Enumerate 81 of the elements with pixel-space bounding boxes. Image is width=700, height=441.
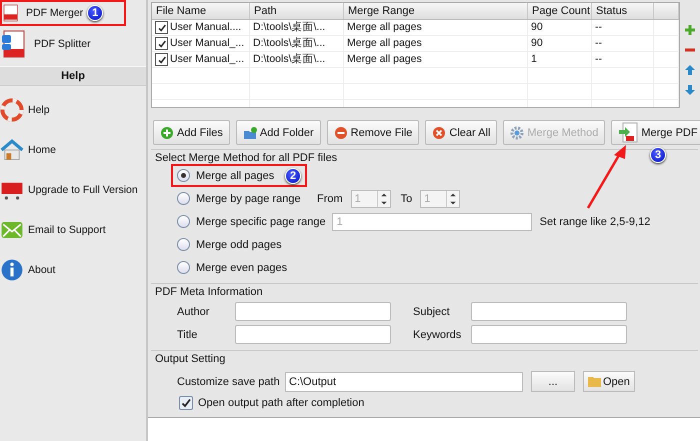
column-header[interactable]: Status: [592, 3, 654, 19]
toolbar-button[interactable]: Add Files: [153, 120, 230, 145]
minus-circle-icon: [334, 126, 348, 140]
checkbox[interactable]: [155, 53, 168, 66]
radio-button[interactable]: [177, 192, 190, 205]
folder-icon: [588, 376, 602, 388]
table-cell: --: [592, 36, 654, 51]
arrow-down-icon[interactable]: [684, 84, 696, 96]
info-icon: [0, 258, 24, 282]
toolbar-button[interactable]: Clear All: [425, 120, 498, 145]
input-field[interactable]: [471, 325, 627, 344]
table-cell: User Manual....: [152, 20, 250, 35]
table-cell: --: [592, 52, 654, 67]
input-field[interactable]: [471, 302, 627, 321]
table-cell: Merge all pages: [344, 36, 528, 51]
radio-button[interactable]: [177, 169, 190, 182]
checkbox[interactable]: [179, 396, 193, 410]
radio-button[interactable]: [177, 238, 190, 251]
input-field[interactable]: [235, 325, 391, 344]
field-label: Subject: [413, 306, 451, 318]
radio-option[interactable]: Merge all pages: [177, 169, 274, 182]
table-cell: 90: [528, 36, 592, 51]
checkbox-label: Open output path after completion: [198, 397, 364, 409]
radio-option[interactable]: Merge specific page range: [177, 215, 326, 228]
table-cell: Merge all pages: [344, 20, 528, 35]
section-heading: Help: [0, 66, 146, 86]
table-cell: --: [592, 20, 654, 35]
group-title: Output Setting: [154, 352, 226, 365]
step-number-badge: 2: [285, 168, 301, 184]
field-label: Title: [177, 328, 198, 340]
column-header[interactable]: Merge Range: [344, 3, 528, 19]
sidebar-item[interactable]: Help: [0, 90, 50, 130]
open-button[interactable]: Open: [583, 371, 635, 392]
table-cell: D:\tools\桌面\...: [250, 52, 344, 67]
table-cell: D:\tools\桌面\...: [250, 20, 344, 35]
field-label: Customize save path: [177, 376, 277, 388]
settings-icon: [510, 126, 524, 140]
column-header[interactable]: Page Count: [528, 3, 592, 19]
table-cell: User Manual_...: [152, 36, 250, 51]
field-label: Author: [177, 306, 210, 318]
merge-pdf-button[interactable]: Merge PDF: [611, 120, 700, 145]
table-cell: D:\tools\桌面\...: [250, 36, 344, 51]
checkbox[interactable]: [155, 21, 168, 34]
table-cell: Merge all pages: [344, 52, 528, 67]
radio-button[interactable]: [177, 215, 190, 228]
radio-option[interactable]: Merge by page range: [177, 192, 301, 205]
radio-option[interactable]: Merge odd pages: [177, 238, 282, 251]
sidebar-item[interactable]: Upgrade to Full Version: [0, 170, 138, 210]
toolbar-button[interactable]: Add Folder: [236, 120, 321, 145]
close-icon: [432, 126, 446, 140]
group-title: Select Merge Method for all PDF files: [154, 151, 338, 164]
save-path-field[interactable]: C:\Output: [285, 372, 523, 392]
sidebar-item[interactable]: Home: [0, 130, 56, 170]
folder-plus-icon: [242, 126, 257, 140]
group-title: PDF Meta Information: [154, 285, 263, 298]
sidebar-item[interactable]: About: [0, 250, 56, 290]
radio-button[interactable]: [177, 261, 190, 274]
check-icon: [180, 397, 192, 409]
checkbox[interactable]: [155, 37, 168, 50]
radio-option[interactable]: Merge even pages: [177, 261, 288, 274]
sidebar-item[interactable]: PDF Merger: [2, 2, 84, 24]
step-number-badge: 1: [87, 5, 104, 21]
browse-button[interactable]: ...: [531, 371, 575, 392]
toolbar-button[interactable]: Remove File: [326, 120, 420, 145]
add-icon[interactable]: [684, 24, 696, 36]
sidebar-item[interactable]: Email to Support: [0, 210, 106, 250]
table-cell: 90: [528, 20, 592, 35]
table-cell: 1: [528, 52, 592, 67]
hint-text: Set range like 2,5-9,12: [540, 216, 650, 228]
column-header[interactable]: File Name: [152, 3, 250, 19]
field-label: To: [400, 192, 412, 204]
step-number-badge: 3: [650, 147, 666, 163]
plus-circle-icon: [160, 126, 174, 140]
field-label: From: [317, 192, 343, 204]
column-header[interactable]: Path: [250, 3, 344, 19]
table-cell: User Manual_...: [152, 52, 250, 67]
field-label: Keywords: [413, 328, 462, 340]
pdf-arrow-icon: [618, 122, 638, 144]
arrow-up-icon[interactable]: [684, 64, 696, 76]
input-field[interactable]: [235, 302, 391, 321]
sidebar-item[interactable]: PDF Splitter: [0, 26, 91, 62]
